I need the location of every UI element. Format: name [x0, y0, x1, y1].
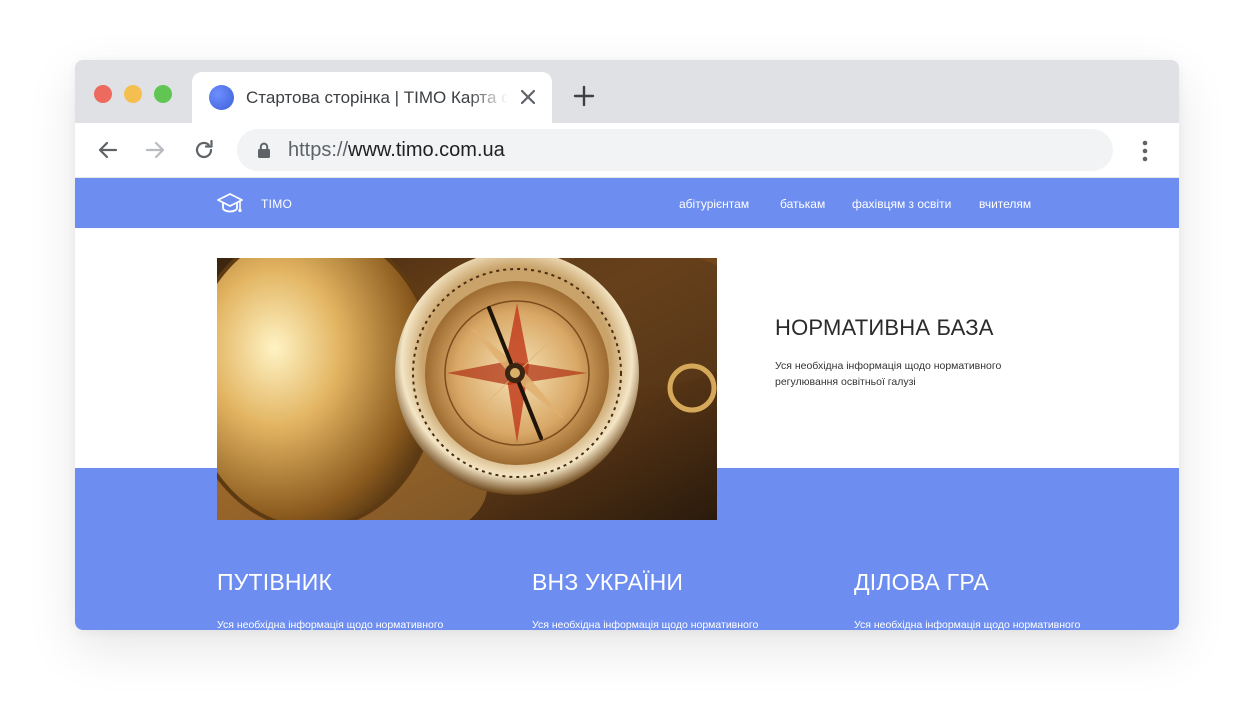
- nav-link-education-specialists[interactable]: фахівцям з освіти: [852, 197, 951, 211]
- active-tab[interactable]: Стартова сторінка | TIMO Карта освітніх …: [192, 72, 552, 123]
- nav-link-parents[interactable]: батькам: [780, 197, 825, 211]
- address-bar[interactable]: https://www.timo.com.ua: [237, 129, 1113, 171]
- url-host: www.timo.com.ua: [348, 139, 505, 161]
- minimize-window-button[interactable]: [124, 85, 142, 103]
- nav-link-applicants[interactable]: абітурієнтам: [679, 197, 749, 211]
- reload-icon[interactable]: [191, 137, 217, 163]
- url-text[interactable]: https://www.timo.com.ua: [288, 139, 505, 162]
- card-description-universities: Уся необхідна інформація щодо нормативно…: [532, 619, 759, 630]
- forward-arrow-icon[interactable]: [142, 137, 168, 163]
- globe-favicon-icon: [209, 85, 234, 110]
- hero-title: НОРМАТИВНА БАЗА: [775, 315, 994, 340]
- card-title-business-game[interactable]: ДІЛОВА ГРА: [854, 569, 989, 596]
- url-scheme: https://: [288, 139, 349, 161]
- maximize-window-button[interactable]: [154, 85, 172, 103]
- site-header: TIMO абітурієнтам батькам фахівцям з осв…: [75, 178, 1179, 228]
- card-description-business-game: Уся необхідна інформація щодо нормативно…: [854, 619, 1081, 630]
- graduation-cap-icon[interactable]: [216, 192, 244, 216]
- brand-name[interactable]: TIMO: [261, 197, 292, 211]
- back-arrow-icon[interactable]: [95, 137, 121, 163]
- close-window-button[interactable]: [94, 85, 112, 103]
- tab-strip: Стартова сторінка | TIMO Карта освітніх …: [75, 60, 1179, 123]
- close-icon[interactable]: [519, 88, 537, 106]
- card-description-guide: Уся необхідна інформація щодо нормативно…: [217, 619, 444, 630]
- hero-description: Уся необхідна інформація щодо нормативно…: [775, 360, 1002, 388]
- plus-icon[interactable]: [572, 84, 596, 108]
- card-title-guide[interactable]: ПУТІВНИК: [217, 569, 332, 596]
- kebab-menu-icon[interactable]: [1135, 139, 1155, 163]
- nav-link-teachers[interactable]: вчителям: [979, 197, 1031, 211]
- page-viewport: TIMO абітурієнтам батькам фахівцям з осв…: [75, 178, 1179, 630]
- card-title-universities[interactable]: ВНЗ УКРАЇНИ: [532, 569, 683, 596]
- browser-window: Стартова сторінка | TIMO Карта освітніх …: [75, 60, 1179, 630]
- lock-icon[interactable]: [257, 142, 271, 158]
- compass-photo: [167, 226, 757, 558]
- tab-title: Стартова сторінка | TIMO Карта освітніх …: [246, 88, 508, 107]
- browser-toolbar: https://www.timo.com.ua: [75, 123, 1179, 178]
